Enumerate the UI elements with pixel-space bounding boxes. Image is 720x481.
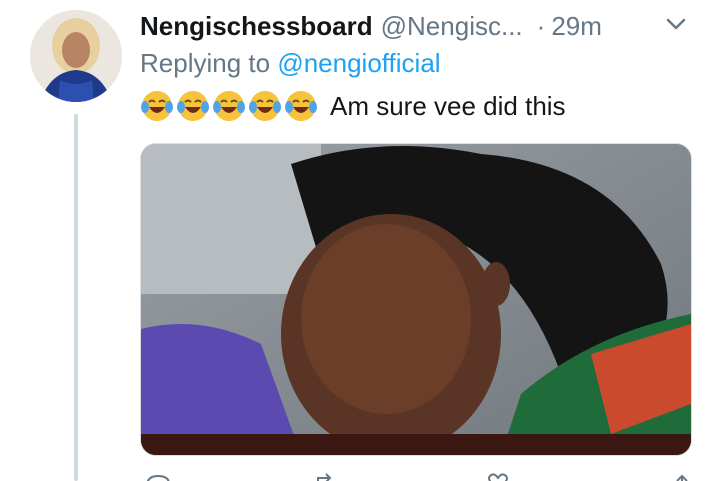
separator-dot: · bbox=[536, 10, 546, 41]
face-with-tears-of-joy-icon bbox=[285, 91, 317, 121]
tweet-media-image[interactable] bbox=[140, 143, 692, 456]
emoji-group bbox=[140, 89, 320, 123]
replying-to-line: Replying to @nengiofficial bbox=[140, 48, 441, 79]
reply-icon[interactable] bbox=[144, 472, 172, 481]
reply-mention-link[interactable]: @nengiofficial bbox=[277, 48, 440, 78]
thread-connector-line bbox=[74, 114, 78, 481]
replying-to-label: Replying to bbox=[140, 48, 271, 78]
retweet-icon[interactable] bbox=[312, 472, 340, 481]
timestamp[interactable]: 29m bbox=[551, 11, 602, 42]
face-with-tears-of-joy-icon bbox=[177, 91, 209, 121]
tweet-actions-bar bbox=[140, 468, 700, 481]
tweet-body: Am sure vee did this bbox=[140, 86, 566, 126]
chevron-down-icon[interactable] bbox=[662, 10, 690, 38]
face-with-tears-of-joy-icon bbox=[141, 91, 173, 121]
user-handle[interactable]: @Nengisc... bbox=[381, 11, 523, 42]
avatar-image bbox=[30, 10, 122, 102]
tweet-text: Am sure vee did this bbox=[330, 90, 566, 121]
face-with-tears-of-joy-icon bbox=[213, 91, 245, 121]
display-name[interactable]: Nengischessboard bbox=[140, 11, 373, 42]
avatar[interactable] bbox=[30, 10, 122, 102]
like-icon[interactable] bbox=[484, 472, 512, 481]
face-with-tears-of-joy-icon bbox=[249, 91, 281, 121]
media-photo bbox=[141, 144, 691, 455]
tweet-header: Nengischessboard @Nengisc... · 29m bbox=[140, 8, 700, 44]
share-icon[interactable] bbox=[668, 472, 696, 481]
